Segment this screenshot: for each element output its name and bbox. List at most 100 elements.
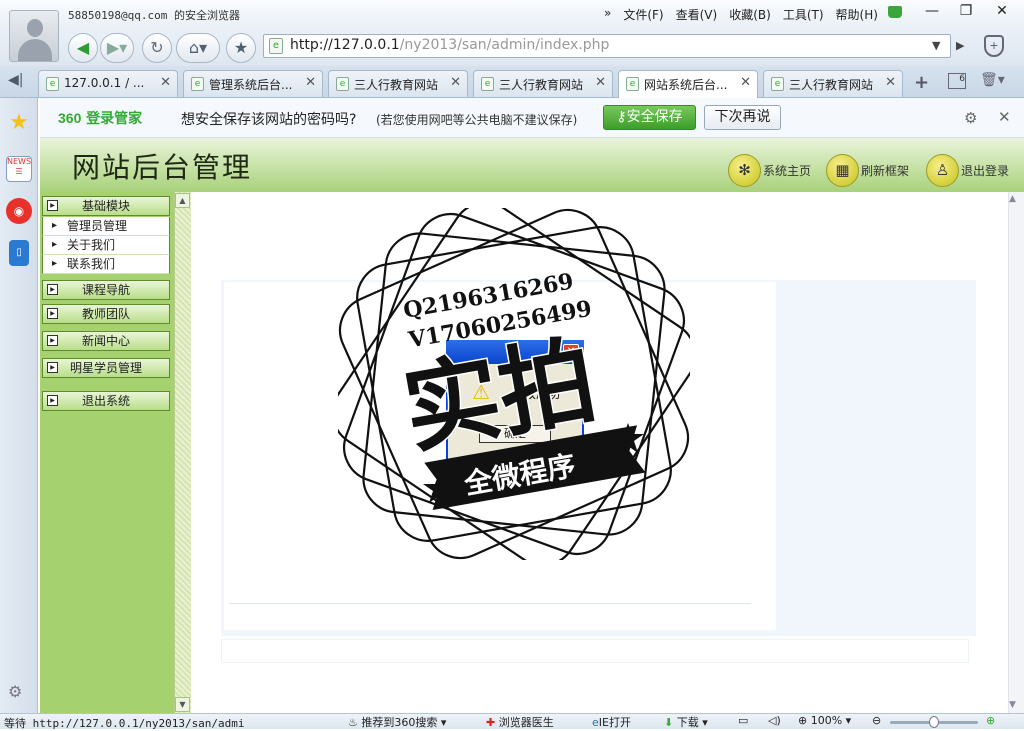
menu-tools[interactable]: 工具(T) [783,6,824,23]
settings-gear-icon[interactable]: ⚙ [964,109,977,127]
close-icon[interactable]: ✕ [998,108,1011,126]
zoom-slider-thumb[interactable] [929,716,939,728]
address-dropdown-icon[interactable]: ▼ [932,39,940,52]
tab-2[interactable]: e 管理系统后台... ✕ [183,70,323,97]
scroll-up-icon[interactable]: ▲ [1009,194,1016,204]
system-home-link[interactable]: ✻ 系统主页 [728,152,811,188]
remind-later-button[interactable]: 下次再说 [704,105,781,130]
security-shield-icon[interactable]: + [984,35,1004,57]
forward-button[interactable]: ▶▾ [100,33,134,63]
mobile-icon[interactable]: ▯ [9,240,29,266]
close-tab-icon[interactable]: ✕ [160,75,171,90]
expand-icon: ▶ [47,200,58,211]
refresh-frame-link[interactable]: ▦ 刷新框架 [826,152,909,188]
minimize-button[interactable]: — [914,0,950,22]
volume-icon[interactable]: ◁) [768,714,781,727]
tab-3[interactable]: e 三人行教育网站 ✕ [328,70,468,97]
browser-doctor-button[interactable]: ✚ 浏览器医生 [486,714,554,730]
menu-item-about[interactable]: 关于我们 [42,236,170,255]
page-title: 网站后台管理 [72,151,253,184]
expand-icon: ▶ [47,362,58,373]
ie-open-button[interactable]: eIE打开 [592,714,631,730]
address-input[interactable]: http://127.0.0.1/ny2013/san/admin/index.… [290,37,609,53]
doctor-icon: ✚ [486,716,496,729]
save-password-button[interactable]: ⚷安全保存 [603,105,696,130]
menu-favorites[interactable]: 收藏(B) [729,6,771,23]
settings-gear-icon[interactable]: ⚙ [8,682,22,701]
zoom-icon: ⊕ [798,714,808,727]
menu-group-news[interactable]: ▶ 新闻中心 [42,331,170,351]
close-tab-icon[interactable]: ✕ [595,75,606,90]
page-icon: e [771,77,784,91]
page-icon: e [191,77,204,91]
tab-list-button[interactable]: 6 [948,73,966,89]
browser-sidebar [0,98,38,713]
logout-link[interactable]: ♙ 退出登录 [926,152,1009,188]
content-scrollbar[interactable] [1008,192,1024,713]
close-tab-icon[interactable]: ✕ [305,75,316,90]
tab-4[interactable]: e 三人行教育网站 ✕ [473,70,613,97]
go-icon[interactable]: ▶ [956,39,964,52]
zoom-out-icon[interactable]: ⊖ [872,714,881,727]
scroll-down-icon[interactable]: ▼ [1009,700,1016,710]
key-icon: ⚷ [616,109,627,125]
expand-icon: ▶ [47,284,58,295]
scroll-down-icon[interactable]: ▼ [175,697,190,712]
download-icon: ⬇ [664,716,674,729]
menu-scrollbar[interactable] [174,192,191,713]
star-icon[interactable]: ★ [226,33,256,63]
restore-button[interactable]: ❐ [948,0,984,22]
page-icon: e [46,77,59,91]
tab-6[interactable]: e 三人行教育网站 ✕ [763,70,903,97]
login-manager-logo: 360 登录管家 [58,110,143,126]
close-tab-icon[interactable]: ✕ [740,75,751,90]
zoom-in-icon[interactable]: ⊕ [986,714,995,727]
news-icon[interactable]: NEWS ☰ [6,156,32,182]
page-icon: e [269,38,283,54]
ie-icon: e [592,716,599,729]
content-footer [221,639,969,663]
tab-5-active[interactable]: e 网站系统后台... ✕ [618,70,758,99]
menu-bar: » 文件(F) 查看(V) 收藏(B) 工具(T) 帮助(H) [604,6,878,23]
download-button[interactable]: ⬇ 下载 ▾ [664,714,708,730]
user-account: 58850198@qq.com 的安全浏览器 [68,9,240,22]
menu-view[interactable]: 查看(V) [676,6,718,23]
skin-shirt-icon[interactable] [888,6,902,18]
watermark-stamp: Q2196316269 V17060256499 实拍 全微程序 [338,208,690,560]
menu-help[interactable]: 帮助(H) [836,6,878,23]
menu-group-courses[interactable]: ▶ 课程导航 [42,280,170,300]
menu-item-admins[interactable]: 管理员管理 [42,217,170,236]
zoom-control[interactable]: ⊕ 100% ▾ [798,714,851,727]
scroll-up-icon[interactable]: ▲ [175,193,190,208]
people-icon: ♙ [926,153,959,187]
menu-group-star-students[interactable]: ▶ 明星学员管理 [42,358,170,378]
page-icon: e [336,77,349,91]
favorites-star-icon[interactable]: ★ [6,110,32,136]
close-window-button[interactable]: ✕ [984,0,1020,22]
screen-icon[interactable]: ▭ [738,714,748,727]
refresh-icon[interactable]: ↻ [142,33,172,63]
user-avatar[interactable] [9,10,59,62]
new-tab-button[interactable]: + [914,72,929,93]
close-tab-icon[interactable]: ✕ [885,75,896,90]
trash-icon[interactable]: 🗑▾ [980,72,1005,88]
page-icon: e [626,77,639,91]
expand-icon: ▶ [47,335,58,346]
menu-file[interactable]: 文件(F) [623,6,663,23]
menu-item-contact[interactable]: 联系我们 [42,255,170,274]
close-tab-icon[interactable]: ✕ [450,75,461,90]
menu-group-teachers[interactable]: ▶ 教师团队 [42,304,170,324]
back-button[interactable]: ◀ [68,33,98,63]
weibo-icon[interactable]: ◉ [6,198,32,224]
recommend-360-button[interactable]: ♨ 推荐到360搜索 ▾ [348,714,446,730]
paw-icon: ✻ [728,153,761,187]
menu-overflow-icon[interactable]: » [604,6,611,23]
recommend-icon: ♨ [348,716,358,729]
menu-group-exit[interactable]: ▶ 退出系统 [42,391,170,411]
save-password-question: 想安全保存该网站的密码吗? [181,112,357,128]
tab-1[interactable]: e 127.0.0.1 / ... ✕ [38,70,178,97]
home-icon[interactable]: ⌂▾ [176,33,220,63]
sidebar-toggle-icon[interactable]: ◀| [8,72,23,88]
expand-icon: ▶ [47,395,58,406]
menu-group-basic[interactable]: ▶ 基础模块 [42,196,170,216]
